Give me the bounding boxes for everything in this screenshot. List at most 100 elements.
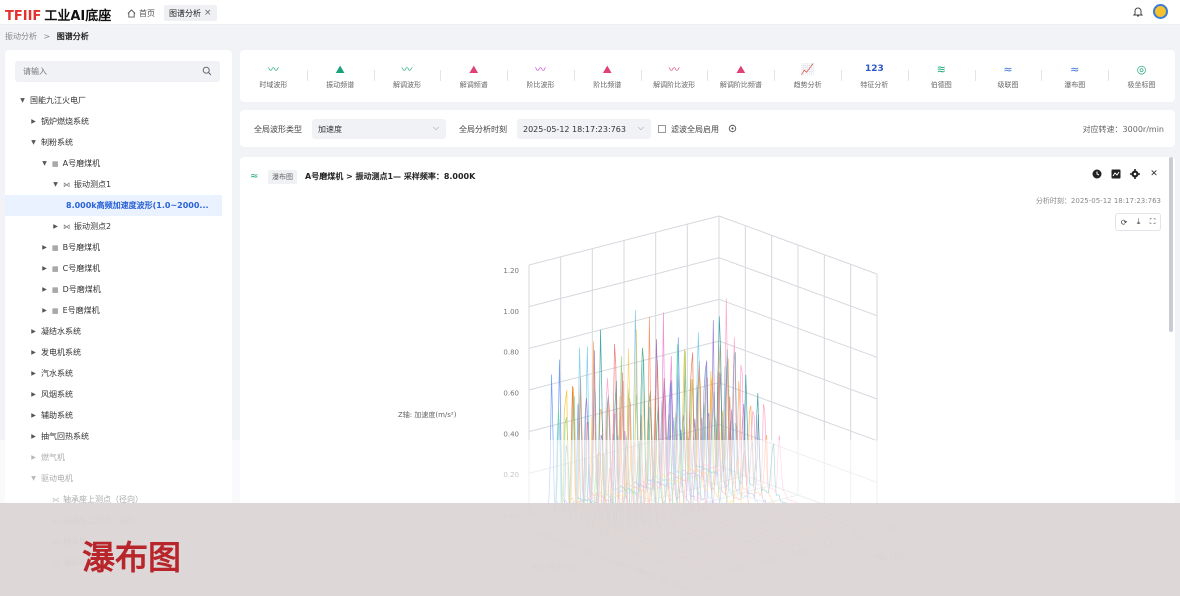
sensor-icon: ⋈ bbox=[63, 222, 70, 231]
tool-label: 振动频谱 bbox=[326, 81, 355, 89]
tree-search bbox=[15, 61, 220, 82]
machine-icon: ▦ bbox=[52, 243, 59, 252]
caret-right-icon[interactable]: ▶ bbox=[40, 244, 49, 251]
caret-right-icon[interactable]: ▶ bbox=[40, 265, 49, 272]
z-tick-label: 1.20 bbox=[503, 267, 519, 275]
breadcrumb-parent[interactable]: 振动分析 bbox=[5, 32, 37, 41]
tool-label: 阶比频谱 bbox=[593, 81, 622, 89]
caret-right-icon[interactable]: ▶ bbox=[29, 370, 38, 377]
tree-node[interactable]: ▼ ⋈ 振动测点1 bbox=[5, 174, 232, 195]
tool-label: 特征分析 bbox=[860, 81, 889, 89]
caret-right-icon[interactable]: ▶ bbox=[29, 118, 38, 125]
tree-node[interactable]: ▶ 风烟系统 bbox=[5, 384, 232, 405]
analysis-time-value: 2025-05-12 18:17:23:763 bbox=[523, 124, 626, 134]
caret-right-icon[interactable]: ▶ bbox=[29, 391, 38, 398]
filter-enable-checkbox[interactable] bbox=[658, 125, 666, 133]
search-input[interactable] bbox=[15, 61, 195, 82]
tool-icon: 📈 bbox=[800, 63, 815, 76]
caret-down-icon[interactable]: ▼ bbox=[29, 139, 38, 146]
breadcrumb-separator: > bbox=[43, 32, 51, 41]
caret-right-icon[interactable]: ▶ bbox=[29, 412, 38, 419]
tab-home[interactable]: 首页 bbox=[122, 5, 160, 21]
bell-icon[interactable] bbox=[1132, 6, 1144, 18]
tree-node[interactable]: 8.000k高频加速度波形(1.0~2000... bbox=[5, 195, 222, 216]
tree-node[interactable]: ▶ 辅助系统 bbox=[5, 405, 232, 426]
tool-button[interactable]: ⛰ 阶比频谱 bbox=[573, 50, 641, 102]
tab-label: 首页 bbox=[139, 8, 155, 18]
settings-icon[interactable] bbox=[728, 124, 737, 133]
tool-icon: ⛰ bbox=[736, 63, 746, 76]
tool-icon: 〰 bbox=[668, 63, 680, 76]
tree-node-label: 辅助系统 bbox=[41, 411, 73, 420]
tool-button[interactable]: 〰阶比波形 bbox=[507, 50, 574, 102]
tool-button[interactable]: ≈ 级联图 bbox=[974, 50, 1042, 102]
breadcrumb-current: 图谱分析 bbox=[56, 32, 89, 41]
caret-right-icon[interactable]: ▶ bbox=[29, 433, 38, 440]
tree-node-label: 风烟系统 bbox=[41, 390, 73, 399]
tree-node[interactable]: ▶ 汽水系统 bbox=[5, 363, 232, 384]
caret-down-icon[interactable]: ▼ bbox=[51, 181, 60, 188]
filter-enable-label: 滤波全局启用 bbox=[671, 125, 719, 134]
tree-node-label: 制粉系统 bbox=[41, 138, 73, 147]
tool-button[interactable]: 📈 趋势分析 bbox=[774, 50, 841, 102]
tool-label: 趋势分析 bbox=[793, 81, 822, 89]
caret-down-icon[interactable]: ▼ bbox=[40, 160, 49, 167]
tool-icon: ≈ bbox=[1070, 63, 1080, 76]
tool-button[interactable]: 〰时域波形 bbox=[240, 50, 307, 102]
tree-node-label: 发电机系统 bbox=[41, 348, 81, 357]
tree-node-label: E号磨煤机 bbox=[62, 306, 100, 315]
tree-node[interactable]: ▶ ▦ C号磨煤机 bbox=[5, 258, 232, 279]
tree-node[interactable]: ▼ 制粉系统 bbox=[5, 132, 232, 153]
tree-node[interactable]: ▼ 国能九江火电厂 bbox=[5, 90, 232, 111]
tool-icon: ⛰ bbox=[469, 63, 479, 76]
close-tab-icon[interactable]: × bbox=[204, 8, 212, 18]
tool-label: 解调阶比波形 bbox=[653, 81, 696, 89]
app-logo[interactable]: TFIIF 工业AI底座 bbox=[5, 5, 111, 24]
tool-button[interactable]: ⛰ 解调阶比频谱 bbox=[707, 50, 774, 102]
tool-label: 解调频谱 bbox=[459, 81, 488, 89]
top-bar: TFIIF 工业AI底座 首页 图谱分析 × bbox=[0, 0, 1180, 25]
tree-node[interactable]: ▶ 发电机系统 bbox=[5, 342, 232, 363]
tool-button[interactable]: ⛰ 解调频谱 bbox=[440, 50, 507, 102]
title-banner: 瀑布图 bbox=[0, 503, 1180, 596]
logo-title: 工业AI底座 bbox=[44, 9, 112, 24]
tool-label: 极坐标图 bbox=[1127, 81, 1156, 89]
tree-node[interactable]: ▶ ⋈ 振动测点2 bbox=[5, 216, 232, 237]
waveform-type-value: 加速度 bbox=[318, 124, 342, 134]
avatar[interactable] bbox=[1153, 4, 1168, 19]
tab-label: 图谱分析 bbox=[169, 8, 201, 18]
tool-button[interactable]: ≋ 伯德图 bbox=[907, 50, 975, 102]
tool-button[interactable]: ≈ 瀑布图 bbox=[1041, 50, 1108, 102]
tree-node[interactable]: ▶ 凝结水系统 bbox=[5, 321, 232, 342]
search-icon[interactable] bbox=[202, 66, 212, 76]
caret-right-icon[interactable]: ▶ bbox=[51, 223, 60, 230]
logo-brand: TFIIF bbox=[5, 9, 42, 24]
tree-node-label: 锅炉燃烧系统 bbox=[41, 117, 89, 126]
tree-node[interactable]: ▶ ▦ E号磨煤机 bbox=[5, 300, 232, 321]
tool-button[interactable]: ◎ 极坐标图 bbox=[1108, 50, 1175, 102]
home-icon bbox=[127, 8, 136, 18]
tree-node-label: 8.000k高频加速度波形(1.0~2000... bbox=[66, 201, 209, 210]
tree-node[interactable]: ▶ ▦ D号磨煤机 bbox=[5, 279, 232, 300]
tool-button[interactable]: 123 特征分析 bbox=[841, 50, 908, 102]
caret-right-icon[interactable]: ▶ bbox=[29, 349, 38, 356]
tool-label: 解调阶比频谱 bbox=[719, 81, 762, 89]
tool-button[interactable]: ⛰ 振动频谱 bbox=[306, 50, 374, 102]
tool-button[interactable]: 〰解调阶比波形 bbox=[640, 50, 708, 102]
z-tick-label: 0.60 bbox=[503, 390, 519, 398]
caret-right-icon[interactable]: ▶ bbox=[40, 286, 49, 293]
tool-button[interactable]: 〰解调波形 bbox=[373, 50, 441, 102]
machine-icon: ▦ bbox=[52, 306, 59, 315]
caret-right-icon[interactable]: ▶ bbox=[40, 307, 49, 314]
caret-down-icon[interactable]: ▼ bbox=[18, 97, 27, 104]
waveform-type-select[interactable]: 加速度 ⌵ bbox=[312, 119, 446, 139]
banner-title: 瀑布图 bbox=[82, 538, 181, 577]
tree-node[interactable]: ▶ ▦ B号磨煤机 bbox=[5, 237, 232, 258]
page-tabs: 首页 图谱分析 × bbox=[122, 5, 217, 21]
z-tick-label: 0.40 bbox=[503, 430, 519, 438]
tree-node[interactable]: ▼ ▦ A号磨煤机 bbox=[5, 153, 232, 174]
analysis-time-select[interactable]: 2025-05-12 18:17:23:763 ⌵ bbox=[517, 119, 651, 139]
caret-right-icon[interactable]: ▶ bbox=[29, 328, 38, 335]
tree-node[interactable]: ▶ 锅炉燃烧系统 bbox=[5, 111, 232, 132]
tab-spectrum-analysis[interactable]: 图谱分析 × bbox=[164, 5, 217, 21]
